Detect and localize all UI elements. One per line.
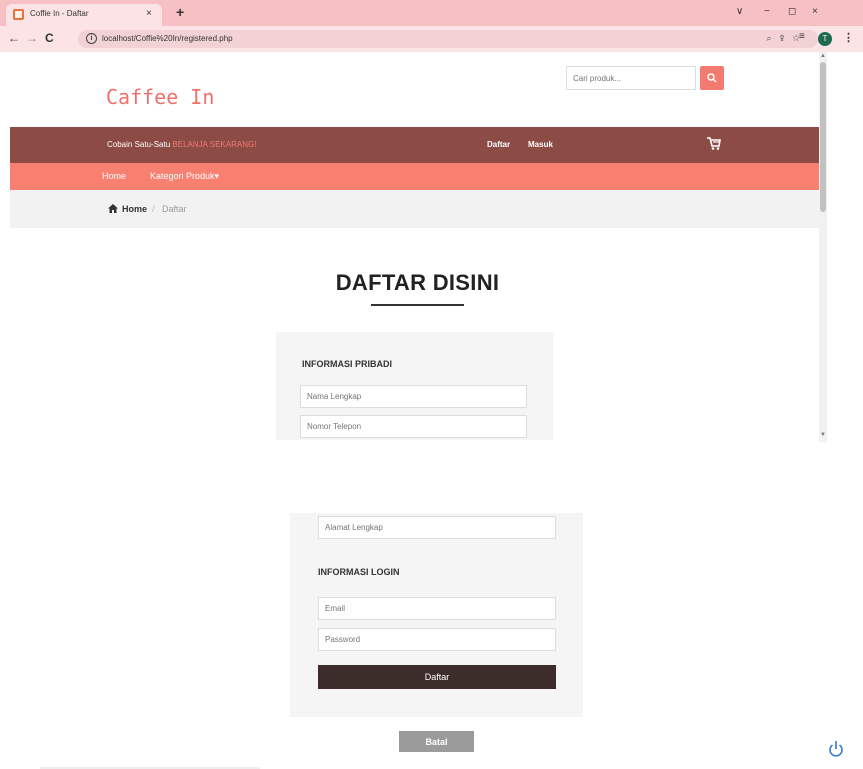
login-info-heading: INFORMASI LOGIN xyxy=(318,567,400,577)
main-navbar: Home Kategori Produk▾ xyxy=(10,163,819,190)
registration-form-bottom: INFORMASI LOGIN Daftar xyxy=(290,513,583,717)
back-button[interactable]: ← xyxy=(8,31,20,45)
scroll-down-arrow-icon[interactable]: ▼ xyxy=(820,432,826,438)
personal-info-heading: INFORMASI PRIBADI xyxy=(302,359,392,369)
register-submit-button[interactable]: Daftar xyxy=(318,665,556,689)
registration-form-top: INFORMASI PRIBADI xyxy=(276,332,553,440)
close-window-button[interactable]: × xyxy=(812,6,818,17)
profile-avatar[interactable]: T xyxy=(818,32,832,46)
address-field[interactable] xyxy=(318,516,556,539)
page-root: Coffie In - Daftar × + ∨ − ◻ × ← → C i l… xyxy=(0,0,863,769)
nav-home[interactable]: Home xyxy=(102,171,126,181)
favicon-icon xyxy=(13,9,24,20)
promo-highlight[interactable]: BELANJA SEKARANG! xyxy=(172,140,256,149)
cancel-button[interactable]: Batal xyxy=(399,731,474,752)
promo-text: Cobain Satu-Satu BELANJA SEKARANG! xyxy=(107,140,256,149)
nav-categories-label: Kategori Produk xyxy=(150,171,215,181)
new-tab-button[interactable]: + xyxy=(176,4,184,20)
site-logo[interactable]: Caffee In xyxy=(106,85,214,109)
minimize-button[interactable]: − xyxy=(764,6,770,17)
browser-tab[interactable]: Coffie In - Daftar × xyxy=(6,4,162,26)
url-text[interactable]: localhost/Coffie%20In/registered.php xyxy=(102,34,233,43)
maximize-button[interactable]: ◻ xyxy=(788,6,796,17)
scroll-thumb[interactable] xyxy=(820,62,826,212)
zoom-icon[interactable]: ⌕ xyxy=(767,33,780,43)
browser-tab-bar: Coffie In - Daftar × + ∨ − ◻ × xyxy=(0,0,863,26)
tab-title: Coffie In - Daftar xyxy=(30,9,89,18)
phone-field[interactable] xyxy=(300,415,527,438)
breadcrumb: Home / Daftar xyxy=(10,190,819,228)
top-bar: Cobain Satu-Satu BELANJA SEKARANG! Dafta… xyxy=(10,127,819,163)
forward-button[interactable]: → xyxy=(26,31,38,45)
chevron-down-icon: ▾ xyxy=(214,171,220,181)
address-bar[interactable]: i localhost/Coffie%20In/registered.php ⌕… xyxy=(78,30,818,48)
shopping-cart-icon[interactable] xyxy=(707,137,721,150)
tab-search-icon[interactable]: ∨ xyxy=(736,6,743,17)
browser-toolbar: ← → C i localhost/Coffie%20In/registered… xyxy=(0,26,863,52)
breadcrumb-separator: / xyxy=(152,204,155,214)
home-icon xyxy=(108,204,118,213)
search-button[interactable] xyxy=(700,66,724,90)
tab-close-icon[interactable]: × xyxy=(146,8,152,19)
title-underline xyxy=(371,304,464,306)
reading-list-icon[interactable]: ≡ xyxy=(799,31,805,42)
nav-categories[interactable]: Kategori Produk▾ xyxy=(150,171,219,182)
breadcrumb-home[interactable]: Home xyxy=(122,204,147,214)
browser-menu-icon[interactable]: ⋮ xyxy=(843,31,854,44)
promo-label: Cobain Satu-Satu xyxy=(107,140,171,149)
register-link[interactable]: Daftar xyxy=(487,140,510,149)
search-icon xyxy=(707,73,717,83)
search-input[interactable] xyxy=(566,66,696,90)
touch-gesture-icon[interactable] xyxy=(829,740,843,758)
page-scrollbar[interactable]: ▲ ▼ xyxy=(819,52,827,442)
share-icon[interactable]: ⇪ xyxy=(780,33,793,43)
login-link[interactable]: Masuk xyxy=(528,140,553,149)
scroll-up-arrow-icon[interactable]: ▲ xyxy=(820,53,826,59)
email-field[interactable] xyxy=(318,597,556,620)
password-field[interactable] xyxy=(318,628,556,651)
breadcrumb-current: Daftar xyxy=(162,204,187,214)
reload-button[interactable]: C xyxy=(45,31,54,45)
info-icon[interactable]: i xyxy=(86,33,97,44)
page-title: DAFTAR DISINI xyxy=(335,270,500,295)
full-name-field[interactable] xyxy=(300,385,527,408)
